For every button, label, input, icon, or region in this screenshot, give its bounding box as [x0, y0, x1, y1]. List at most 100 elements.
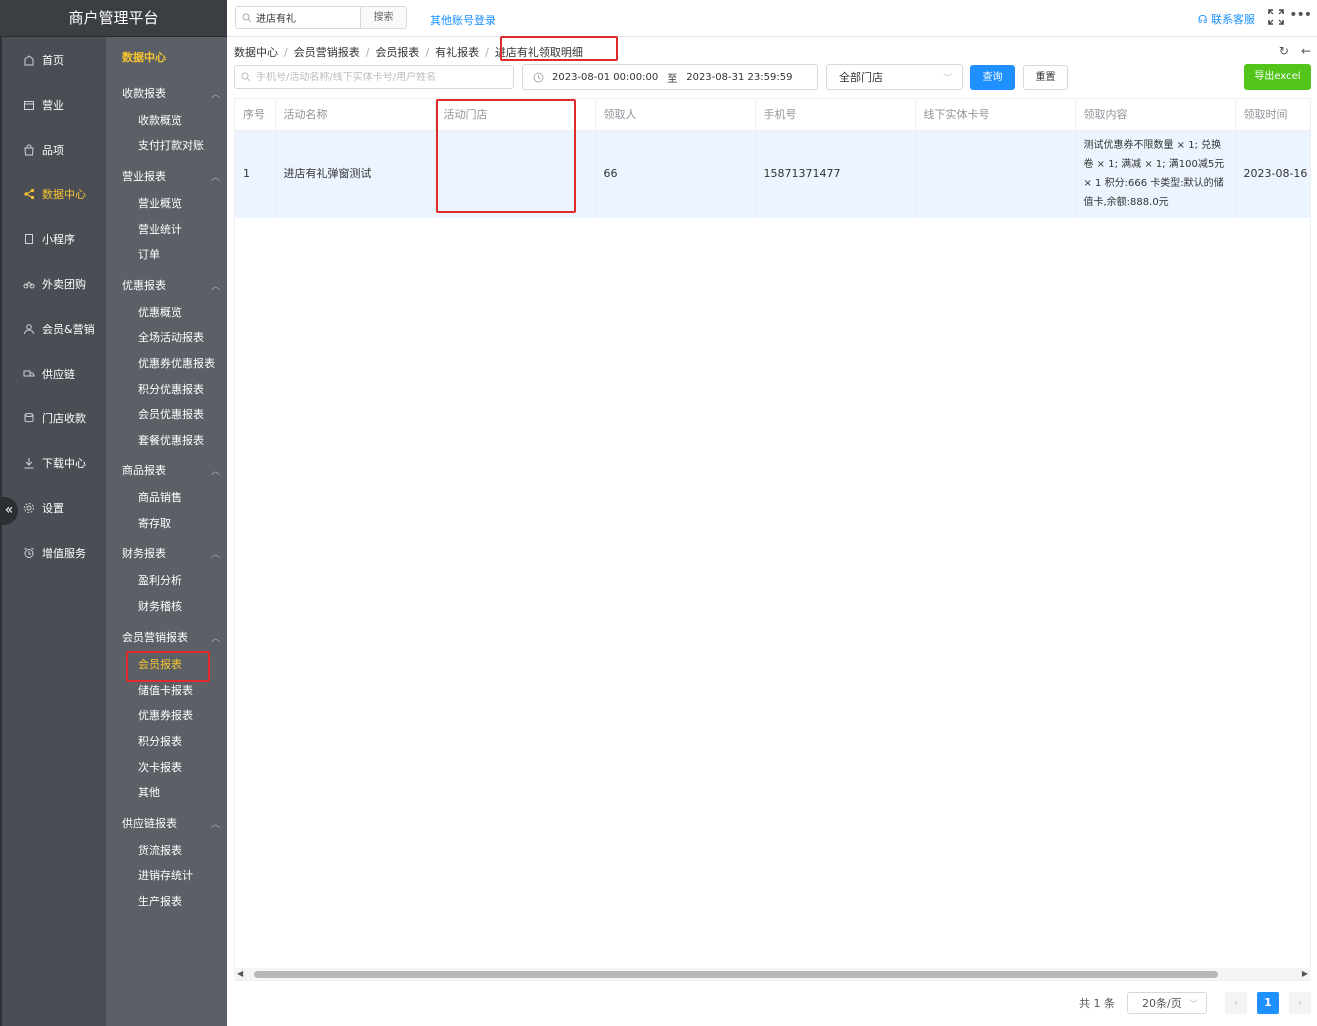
- table-row[interactable]: 1 进店有礼弹窗测试 66 15871371477 测试优惠券不限数量 × 1;…: [235, 130, 1310, 218]
- main-content: 数据中心/ 会员营销报表/ 会员报表/ 有礼报表/ 进店有礼领取明细 ↻ ← 2…: [227, 36, 1317, 1026]
- column-header: 领取时间: [1235, 99, 1310, 131]
- global-search-input[interactable]: [256, 12, 356, 23]
- breadcrumb-separator: /: [365, 45, 370, 59]
- refresh-icon[interactable]: ↻: [1279, 44, 1289, 58]
- column-header: 领取内容: [1075, 99, 1236, 131]
- sub-link-goods-sales[interactable]: 商品销售: [138, 489, 182, 507]
- prev-page-button[interactable]: ‹: [1225, 992, 1247, 1014]
- column-header: 领取人: [595, 99, 756, 131]
- sub-link-coupon-report[interactable]: 优惠券报表: [138, 707, 193, 725]
- page-tools: ↻ ←: [1279, 44, 1311, 58]
- nav-item-member-marketing[interactable]: 会员&营销: [2, 314, 106, 344]
- nav-item-business[interactable]: 营业: [2, 90, 106, 120]
- sub-link-goods-flow[interactable]: 货流报表: [138, 842, 182, 860]
- app-title: 商户管理平台: [0, 0, 227, 37]
- bag-icon: [22, 143, 36, 157]
- sub-link-finance-audit[interactable]: 财务稽核: [138, 598, 182, 616]
- query-button[interactable]: 查询: [970, 65, 1015, 90]
- nav-item-label: 营业: [42, 99, 64, 112]
- date-separator: 至: [667, 73, 678, 85]
- scroll-left-icon[interactable]: ◀: [237, 968, 243, 980]
- scroll-right-icon[interactable]: ▶: [1302, 968, 1308, 980]
- nav-item-supply-chain[interactable]: 供应链: [2, 359, 106, 389]
- sub-link-inventory-stats[interactable]: 进销存统计: [138, 867, 193, 885]
- highlight-annotation: [126, 651, 210, 682]
- sub-link-member-discount-report[interactable]: 会员优惠报表: [138, 406, 204, 424]
- nav-item-products[interactable]: 品项: [2, 135, 106, 165]
- keyword-filter: [234, 65, 514, 89]
- store-select-value: 全部门店: [839, 71, 883, 84]
- nav-item-label: 下载中心: [42, 457, 86, 470]
- breadcrumb-separator: /: [425, 45, 430, 59]
- sub-menu-heading: 数据中心: [122, 51, 166, 64]
- sub-link-points-report[interactable]: 积分报表: [138, 733, 182, 751]
- sub-group-discount-reports[interactable]: 优惠报表 ︿: [122, 276, 222, 294]
- breadcrumb-item[interactable]: 会员报表: [375, 44, 419, 60]
- sub-group-finance-reports[interactable]: 财务报表 ︿: [122, 544, 222, 562]
- chevron-up-icon: ︿: [210, 633, 220, 644]
- other-account-login-link[interactable]: 其他账号登录: [430, 12, 496, 28]
- chevron-up-icon: ︿: [210, 819, 220, 830]
- sub-group-payment-reports[interactable]: 收款报表 ︿: [122, 84, 222, 102]
- more-options-icon[interactable]: •••: [1289, 7, 1312, 23]
- sub-link-other[interactable]: 其他: [138, 784, 160, 802]
- nav-item-mini-program[interactable]: 小程序: [2, 224, 106, 254]
- breadcrumb-item[interactable]: 数据中心: [234, 44, 278, 60]
- back-icon[interactable]: ←: [1301, 44, 1311, 58]
- date-range-picker[interactable]: 2023-08-01 00:00:00 至 2023-08-31 23:59:5…: [522, 64, 818, 90]
- reset-button[interactable]: 重置: [1023, 65, 1068, 90]
- breadcrumb-item[interactable]: 有礼报表: [435, 44, 479, 60]
- page-size-select[interactable]: 20条/页 ﹀: [1127, 992, 1207, 1014]
- sub-link-points-discount-report[interactable]: 积分优惠报表: [138, 381, 204, 399]
- sub-link-storage[interactable]: 寄存取: [138, 515, 171, 533]
- sub-group-supply-chain-reports[interactable]: 供应链报表 ︿: [122, 814, 222, 832]
- export-excel-button[interactable]: 导出excel: [1244, 64, 1311, 90]
- sub-link-orders[interactable]: 订单: [138, 246, 160, 264]
- breadcrumb-item[interactable]: 会员营销报表: [294, 44, 360, 60]
- column-header: 手机号: [755, 99, 916, 131]
- sub-link-business-overview[interactable]: 营业概览: [138, 195, 182, 213]
- nav-item-download-center[interactable]: 下载中心: [2, 448, 106, 478]
- fullscreen-icon[interactable]: [1268, 9, 1284, 25]
- sub-link-profit-analysis[interactable]: 盈利分析: [138, 572, 182, 590]
- sub-link-stored-card-report[interactable]: 储值卡报表: [138, 682, 193, 700]
- sub-link-campaign-report[interactable]: 全场活动报表: [138, 329, 204, 347]
- next-page-button[interactable]: ›: [1289, 992, 1311, 1014]
- store-select[interactable]: 全部门店 ﹀: [826, 64, 963, 90]
- nav-item-data-center[interactable]: 数据中心: [2, 179, 106, 209]
- scrollbar-thumb[interactable]: [254, 971, 1218, 978]
- page-number-current[interactable]: 1: [1257, 992, 1279, 1014]
- nav-item-value-added[interactable]: 增值服务: [2, 538, 106, 568]
- sub-link-punch-card-report[interactable]: 次卡报表: [138, 759, 182, 777]
- sub-link-payment-overview[interactable]: 收款概览: [138, 112, 182, 130]
- horizontal-scrollbar[interactable]: ◀ ▶: [234, 968, 1311, 980]
- chevron-up-icon: ︿: [210, 281, 220, 292]
- sub-group-business-reports[interactable]: 营业报表 ︿: [122, 167, 222, 185]
- sub-link-production-report[interactable]: 生产报表: [138, 893, 182, 911]
- sub-group-goods-reports[interactable]: 商品报表 ︿: [122, 461, 222, 479]
- keyword-filter-input[interactable]: [256, 71, 496, 83]
- sub-link-payment-reconcile[interactable]: 支付打款对账: [138, 137, 204, 155]
- search-icon: [241, 72, 251, 82]
- headset-icon: ☊: [1197, 13, 1208, 26]
- nav-item-label: 数据中心: [42, 188, 86, 201]
- cell-index: 1: [235, 130, 276, 218]
- gear-icon: [22, 501, 36, 515]
- date-end: 2023-08-31 23:59:59: [686, 71, 793, 83]
- sub-group-title: 收款报表: [122, 87, 166, 100]
- sub-group-member-marketing-reports[interactable]: 会员营销报表 ︿: [122, 628, 222, 646]
- nav-item-store-payment[interactable]: 门店收款: [2, 403, 106, 433]
- sub-link-coupon-discount-report[interactable]: 优惠券优惠报表: [138, 355, 215, 373]
- contact-support-link[interactable]: ☊ 联系客服: [1198, 11, 1255, 27]
- user-icon: [22, 322, 36, 336]
- global-search: [235, 6, 361, 29]
- cell-offline-card: [915, 130, 1076, 218]
- nav-item-delivery[interactable]: 外卖团购: [2, 269, 106, 299]
- sub-link-business-stats[interactable]: 营业统计: [138, 221, 182, 239]
- sub-link-combo-discount-report[interactable]: 套餐优惠报表: [138, 432, 204, 450]
- total-count: 共 1 条: [1079, 997, 1115, 1010]
- sub-link-discount-overview[interactable]: 优惠概览: [138, 304, 182, 322]
- nav-item-home[interactable]: 首页: [2, 45, 106, 75]
- search-button[interactable]: 搜索: [360, 6, 407, 29]
- nav-item-label: 首页: [42, 54, 64, 67]
